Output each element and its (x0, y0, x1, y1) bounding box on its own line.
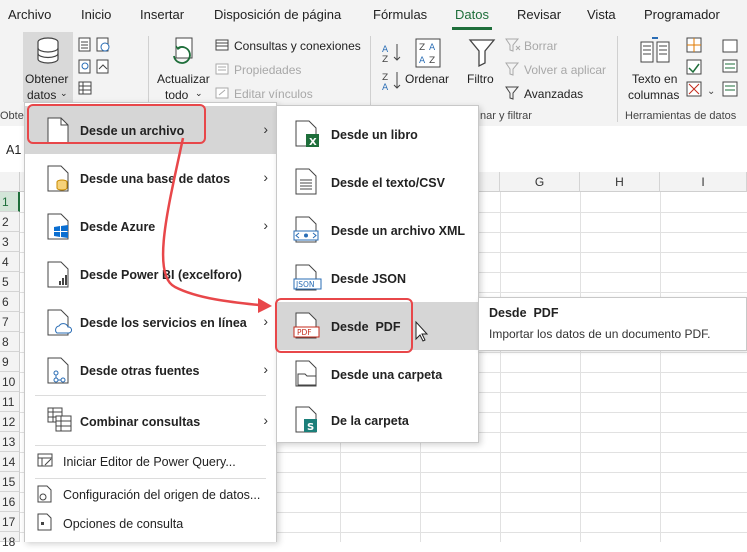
annotation-arrow (161, 137, 429, 342)
mouse-cursor-icon (415, 320, 429, 342)
